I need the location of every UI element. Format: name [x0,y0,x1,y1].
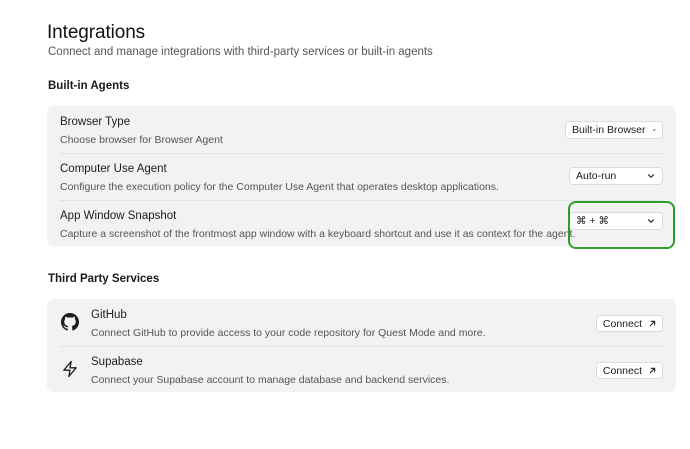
setting-description: Capture a screenshot of the frontmost ap… [60,228,576,240]
third-party-services-card: GitHub Connect GitHub to provide access … [47,299,676,392]
supabase-icon [63,360,77,378]
setting-description: Configure the execution policy for the C… [60,181,499,193]
chevron-down-icon [647,174,655,178]
setting-description: Choose browser for Browser Agent [60,134,223,146]
computer-use-agent-select[interactable]: Auto-run [569,167,663,185]
arrow-up-right-icon [649,367,656,374]
section-title-built-in-agents: Built-in Agents [48,80,130,92]
service-description: Connect GitHub to provide access to your… [91,327,486,339]
service-description: Connect your Supabase account to manage … [91,374,450,386]
browser-type-select[interactable]: Built-in Browser [565,121,663,139]
select-value: Built-in Browser [572,124,646,136]
setting-title: Browser Type [60,116,131,128]
github-connect-button[interactable]: Connect [595,315,663,332]
service-row-github: GitHub Connect GitHub to provide access … [47,299,676,346]
page-title: Integrations [47,22,146,43]
select-value: Auto-run [576,170,617,182]
service-row-supabase: Supabase Connect your Supabase account t… [47,346,676,392]
setting-row-browser-type: Browser Type Choose browser for Browser … [47,106,676,153]
service-name: GitHub [91,309,127,321]
arrow-up-right-icon [649,320,656,327]
section-title-third-party-services: Third Party Services [48,273,160,285]
connect-label: Connect [602,364,642,377]
setting-title: App Window Snapshot [60,210,177,222]
setting-title: Computer Use Agent [60,163,167,175]
supabase-connect-button[interactable]: Connect [595,362,663,379]
page-subtitle: Connect and manage integrations with thi… [48,46,433,58]
setting-row-computer-use-agent: Computer Use Agent Configure the executi… [47,153,676,200]
connect-label: Connect [602,317,642,330]
highlight-box [568,201,675,249]
github-icon [61,313,79,331]
chevron-down-icon [652,129,656,131]
service-name: Supabase [91,356,143,368]
